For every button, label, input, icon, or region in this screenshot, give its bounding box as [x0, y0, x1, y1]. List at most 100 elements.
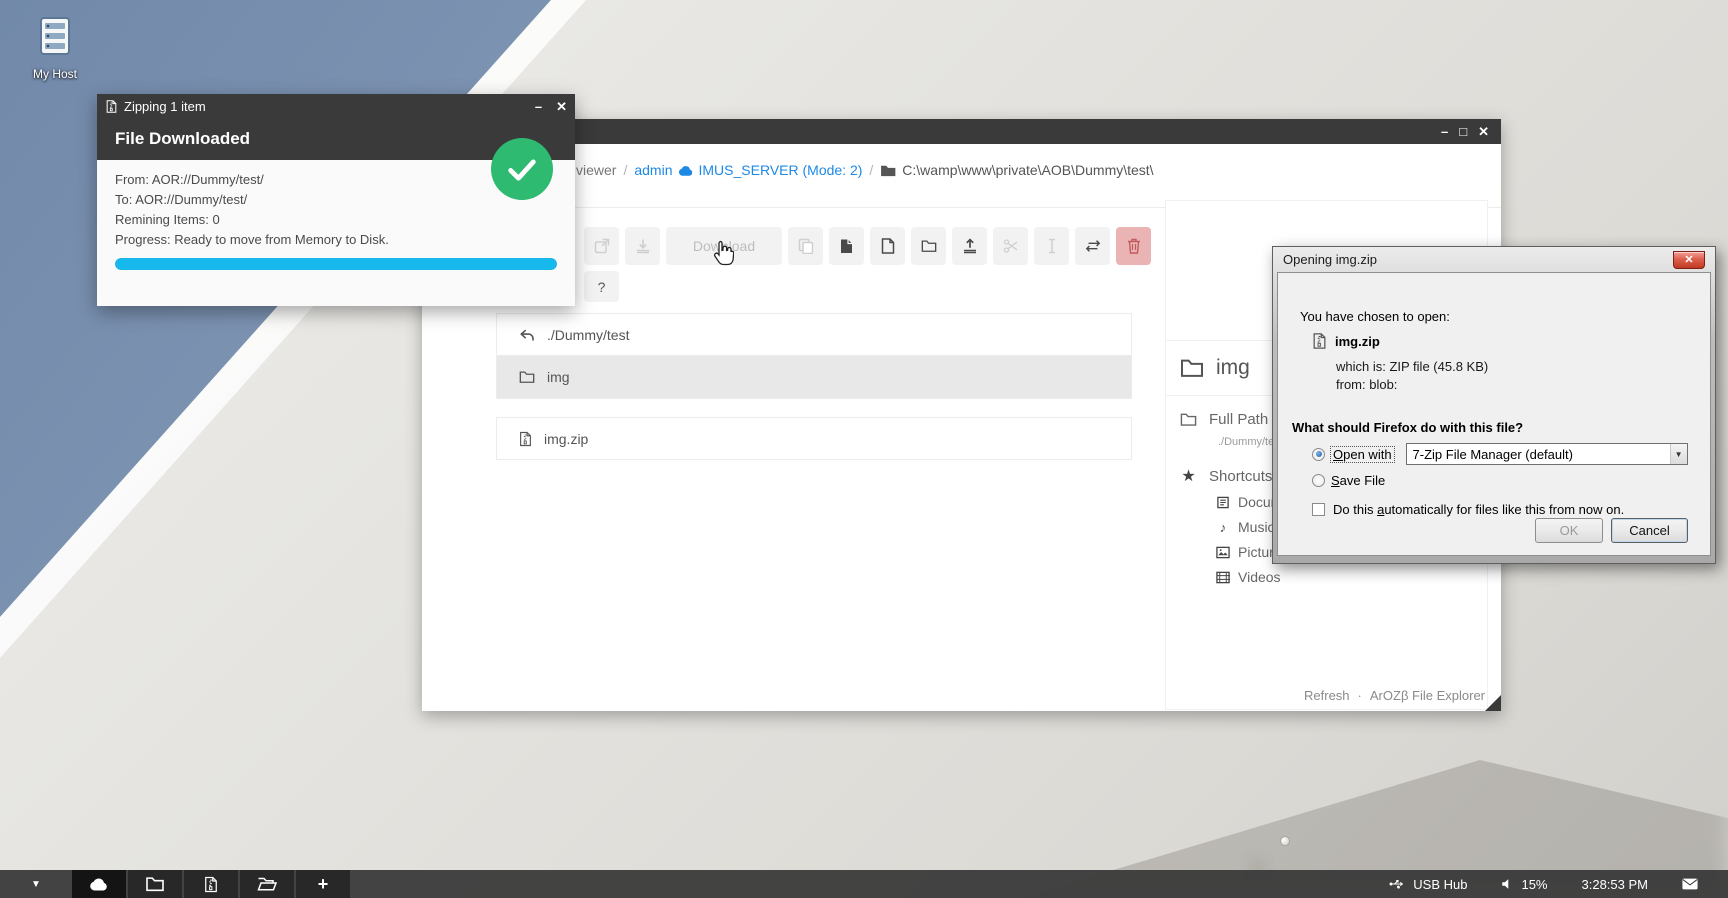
help-button[interactable]: ?	[584, 271, 619, 302]
volume-tray-item[interactable]: 15%	[1501, 877, 1547, 892]
download-icon-button[interactable]	[625, 227, 660, 265]
star-icon: ★	[1180, 466, 1197, 486]
zipping-titlebar[interactable]: Zipping 1 item – ✕	[97, 94, 575, 118]
cancel-button[interactable]: Cancel	[1611, 518, 1688, 543]
breadcrumb-server: IMUS_SERVER (Mode: 2)	[699, 162, 863, 178]
delete-button[interactable]	[1116, 227, 1151, 265]
app-title: ArOZβ File Explorer	[1370, 688, 1485, 703]
minimize-icon[interactable]: –	[535, 100, 542, 113]
move-button[interactable]	[1075, 227, 1110, 265]
rename-icon	[1044, 238, 1060, 254]
breadcrumb-separator: /	[869, 162, 873, 178]
taskbar: ▼ + USB Hub 15% 3:28:53 PM	[0, 870, 1728, 898]
taskbar-item-folder[interactable]	[128, 870, 182, 898]
check-icon	[505, 152, 539, 186]
envelope-icon	[1682, 877, 1698, 891]
selected-application: 7-Zip File Manager (default)	[1407, 447, 1670, 462]
new-file-button[interactable]	[870, 227, 905, 265]
usb-tray-item[interactable]: USB Hub	[1389, 877, 1467, 892]
chevron-down-icon: ▼	[31, 879, 41, 890]
taskbar-item-cloud[interactable]	[72, 870, 126, 898]
zipping-title: Zipping 1 item	[124, 99, 206, 114]
volume-label: 15%	[1521, 877, 1547, 892]
external-link-button[interactable]	[584, 227, 619, 265]
taskbar-item-open-folder[interactable]	[240, 870, 294, 898]
minimize-icon[interactable]: –	[1441, 125, 1448, 138]
do-automatically-checkbox[interactable]	[1312, 503, 1325, 516]
paste-button[interactable]	[829, 227, 864, 265]
breadcrumb-viewer[interactable]: viewer	[576, 162, 616, 178]
open-with-radio[interactable]	[1312, 448, 1325, 461]
explorer-titlebar[interactable]: – □ ✕	[422, 119, 1501, 144]
dialog-title: Opening img.zip	[1283, 252, 1377, 267]
footer-separator: ·	[1358, 688, 1362, 703]
breadcrumb-separator: /	[623, 162, 627, 178]
folder-icon	[1180, 357, 1204, 379]
status-title: File Downloaded	[115, 129, 250, 149]
file-row-img-zip[interactable]: img.zip	[496, 417, 1132, 460]
host-icon	[33, 14, 77, 58]
new-folder-button[interactable]	[911, 227, 946, 265]
do-automatically-label[interactable]: Do this automatically for files like thi…	[1333, 502, 1624, 517]
dialog-intro: You have chosen to open:	[1300, 309, 1450, 324]
new-file-icon	[880, 238, 896, 254]
zip-file-icon	[105, 100, 118, 113]
new-folder-icon	[921, 238, 937, 254]
desktop-icon-my-host[interactable]: My Host	[14, 14, 96, 81]
upload-button[interactable]	[952, 227, 987, 265]
mail-tray-item[interactable]	[1682, 877, 1698, 891]
open-with-label[interactable]: Open with	[1331, 447, 1394, 462]
swap-icon	[1085, 238, 1101, 254]
taskbar-menu-button[interactable]: ▼	[0, 879, 72, 890]
shortcut-videos[interactable]: Videos	[1216, 569, 1473, 585]
trash-icon	[1126, 238, 1142, 254]
opening-file-dialog: Opening img.zip ✕ You have chosen to ope…	[1272, 246, 1716, 564]
clock[interactable]: 3:28:53 PM	[1582, 877, 1649, 892]
breadcrumb-admin[interactable]: admin IMUS_SERVER (Mode: 2)	[634, 162, 862, 178]
file-row-parent-dir[interactable]: ./Dummy/test	[496, 313, 1132, 356]
breadcrumb: viewer / admin IMUS_SERVER (Mode: 2) / C…	[422, 144, 1501, 196]
progress-line: Progress: Ready to move from Memory to D…	[115, 230, 557, 250]
breadcrumb-current-path: C:\wamp\www\private\AOB\Dummy\test\	[880, 162, 1153, 178]
taskbar-item-zip[interactable]	[184, 870, 238, 898]
pictures-icon	[1216, 546, 1230, 559]
close-icon[interactable]: ✕	[1478, 125, 1489, 138]
file-row-img-folder[interactable]: img	[496, 356, 1132, 399]
rename-button[interactable]	[1034, 227, 1069, 265]
zip-file-icon	[519, 431, 532, 447]
maximize-icon[interactable]: □	[1459, 125, 1467, 138]
file-label: img	[547, 369, 570, 385]
dialog-titlebar[interactable]: Opening img.zip ✕	[1277, 247, 1711, 272]
to-line: To: AOR://Dummy/test/	[115, 190, 557, 210]
clock-label: 3:28:53 PM	[1582, 877, 1649, 892]
refresh-link[interactable]: Refresh	[1304, 688, 1350, 703]
progress-bar	[115, 258, 557, 270]
copy-button[interactable]	[788, 227, 823, 265]
close-icon[interactable]: ✕	[556, 100, 567, 113]
save-file-label[interactable]: Save File	[1331, 473, 1385, 488]
zip-file-icon	[204, 876, 218, 893]
documents-icon	[1216, 496, 1230, 509]
music-icon: ♪	[1216, 520, 1230, 535]
success-badge	[491, 138, 553, 200]
scissors-icon	[1003, 238, 1019, 254]
usb-icon	[1389, 877, 1405, 891]
taskbar-item-add[interactable]: +	[296, 870, 350, 898]
remaining-line: Remining Items: 0	[115, 210, 557, 230]
cloud-icon	[678, 164, 694, 177]
upload-icon	[962, 238, 978, 254]
plus-icon: +	[318, 875, 329, 893]
download-icon	[635, 238, 651, 254]
cut-button[interactable]	[993, 227, 1028, 265]
ok-button[interactable]: OK	[1535, 518, 1603, 543]
close-icon[interactable]: ✕	[1673, 251, 1705, 269]
paste-icon	[839, 238, 855, 254]
resize-handle[interactable]	[1485, 695, 1501, 711]
videos-icon	[1216, 571, 1230, 584]
open-folder-icon	[257, 876, 277, 892]
download-button[interactable]: Download	[666, 227, 782, 265]
open-with-select[interactable]: 7-Zip File Manager (default) ▼	[1406, 443, 1688, 465]
dialog-filename: img.zip	[1335, 334, 1380, 349]
dialog-question: What should Firefox do with this file?	[1292, 420, 1523, 435]
save-file-radio[interactable]	[1312, 474, 1325, 487]
